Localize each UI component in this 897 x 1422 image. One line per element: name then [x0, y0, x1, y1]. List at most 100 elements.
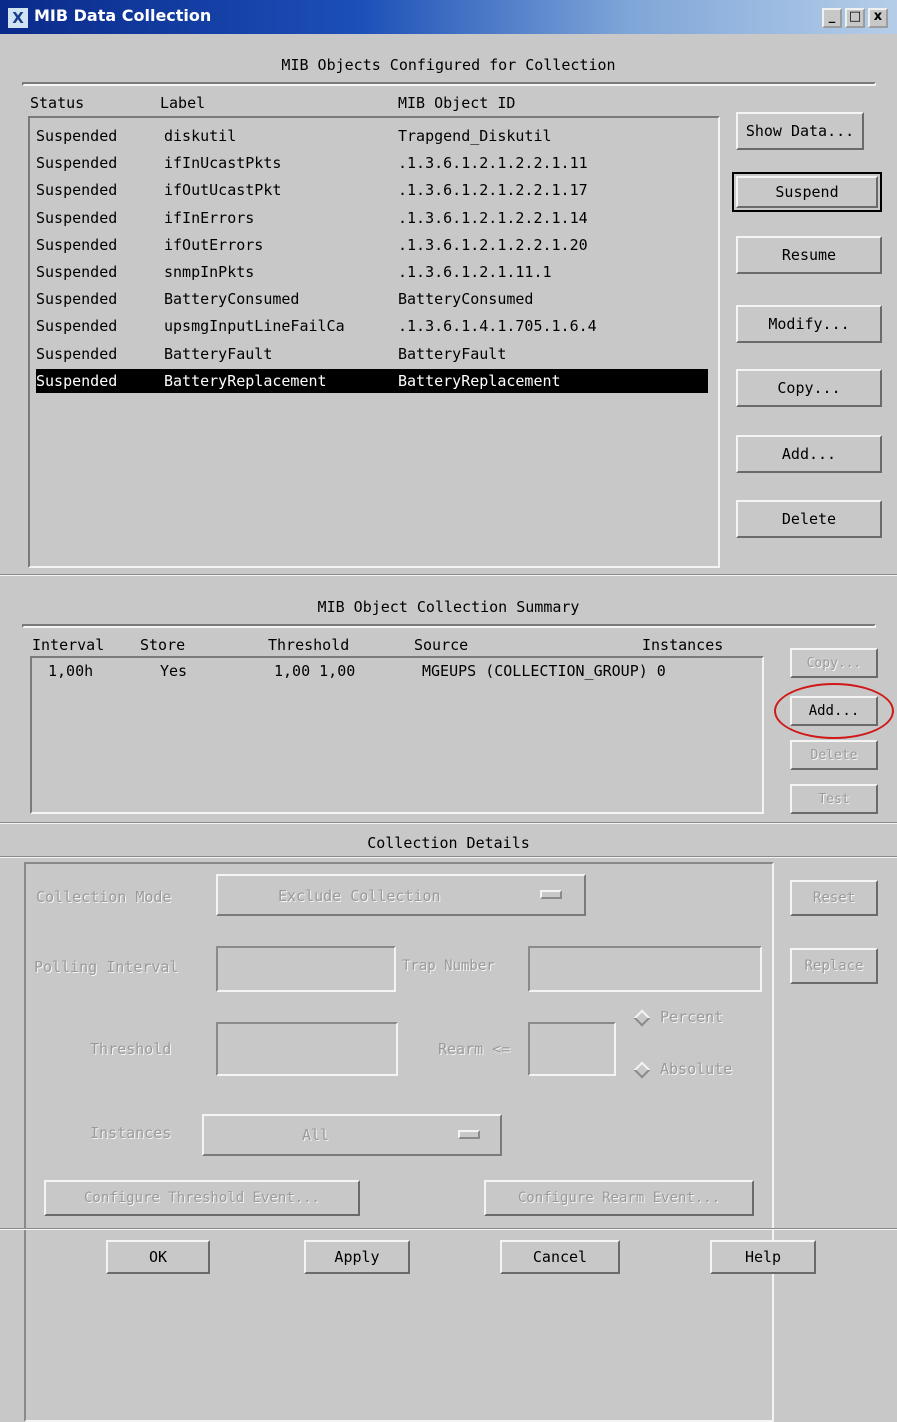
- ok-button[interactable]: OK: [106, 1240, 210, 1274]
- column-header-label: Label: [160, 94, 206, 112]
- close-button[interactable]: x: [868, 8, 888, 28]
- collection-mode-label: Collection Mode: [36, 888, 172, 906]
- list-item[interactable]: Suspended BatteryFault BatteryFault: [36, 342, 708, 366]
- cell-oid: .1.3.6.1.2.1.2.2.1.14: [398, 208, 588, 227]
- column-header-oid: MIB Object ID: [398, 94, 516, 112]
- cell-status: Suspended: [36, 127, 118, 145]
- cell-status: Suspended: [36, 154, 118, 173]
- cell-oid: .1.3.6.1.2.1.2.2.1.11: [398, 154, 588, 173]
- collection-mode-value: Exclude Collection: [278, 887, 441, 905]
- copy-button[interactable]: Copy...: [736, 369, 882, 407]
- help-button[interactable]: Help: [710, 1240, 816, 1274]
- cell-status: Suspended: [36, 235, 118, 254]
- cell-label: BatteryFault: [164, 344, 273, 363]
- divider: [22, 624, 876, 628]
- details-section-title: Collection Details: [367, 834, 530, 852]
- cell-oid: .1.3.6.1.2.1.2.2.1.20: [398, 235, 588, 254]
- list-item[interactable]: Suspended ifInUcastPkts .1.3.6.1.2.1.2.2.1…: [36, 151, 708, 175]
- list-item[interactable]: Suspended diskutil Trapgend_Diskutil: [36, 124, 708, 148]
- minimize-button[interactable]: _: [822, 8, 842, 28]
- cell-label: BatteryReplacement: [164, 371, 327, 390]
- cell-oid: BatteryFault: [398, 344, 507, 363]
- column-header-instances: Instances: [642, 636, 724, 654]
- column-header-threshold: Threshold: [268, 636, 350, 654]
- list-item[interactable]: Suspended ifOutErrors .1.3.6.1.2.1.2.2.1.2…: [36, 233, 708, 257]
- cell-status: Suspended: [36, 263, 118, 281]
- trap-number-field[interactable]: [528, 946, 762, 992]
- cell-label: BatteryConsumed: [164, 290, 300, 309]
- list-item[interactable]: Suspended snmpInPkts .1.3.6.1.2.1.11.1: [36, 260, 708, 284]
- polling-interval-field[interactable]: [216, 946, 396, 992]
- cell-oid: BatteryReplacement: [398, 371, 561, 390]
- divider: [0, 822, 897, 824]
- title-bar[interactable]: X MIB Data Collection _ □ x: [0, 0, 897, 34]
- cell-label: ifOutUcastPkt: [164, 181, 282, 200]
- polling-interval-label: Polling Interval: [34, 958, 179, 976]
- divider: [0, 1228, 897, 1230]
- show-data-button[interactable]: Show Data...: [736, 112, 864, 150]
- cell-oid: BatteryConsumed: [398, 290, 534, 309]
- delete-button[interactable]: Delete: [736, 500, 882, 538]
- divider: [0, 856, 897, 858]
- window-title: MIB Data Collection: [34, 6, 212, 25]
- resume-button[interactable]: Resume: [736, 236, 882, 274]
- reset-button[interactable]: Reset: [790, 880, 878, 916]
- list-item[interactable]: Suspended upsmgInputLineFailCa .1.3.6.1.4.…: [36, 314, 708, 338]
- column-header-source: Source: [414, 636, 469, 654]
- cell-label: snmpInPkts: [164, 263, 255, 281]
- suspend-button[interactable]: Suspend: [736, 176, 878, 208]
- divider: [0, 574, 897, 576]
- cancel-button[interactable]: Cancel: [500, 1240, 620, 1274]
- summary-test-button[interactable]: Test: [790, 784, 878, 814]
- replace-button[interactable]: Replace: [790, 948, 878, 984]
- instances-label: Instances: [90, 1124, 172, 1142]
- percent-label: Percent: [660, 1008, 724, 1026]
- summary-threshold: 1,00 1,00: [274, 662, 356, 680]
- cell-status: Suspended: [36, 344, 118, 363]
- cell-oid: .1.3.6.1.4.1.705.1.6.4: [398, 317, 597, 336]
- threshold-label: Threshold: [90, 1040, 172, 1058]
- cell-label: ifInUcastPkts: [164, 154, 282, 173]
- maximize-button[interactable]: □: [845, 8, 865, 28]
- cell-status: Suspended: [36, 371, 118, 390]
- summary-interval: 1,00h: [48, 662, 94, 680]
- list-item[interactable]: Suspended ifOutUcastPkt .1.3.6.1.2.1.2.2.1…: [36, 178, 708, 202]
- add-button[interactable]: Add...: [736, 435, 882, 473]
- cell-status: Suspended: [36, 290, 118, 309]
- list-item[interactable]: Suspended BatteryReplacement BatteryReplac…: [36, 368, 708, 393]
- instances-value: All: [302, 1126, 330, 1144]
- summary-store: Yes: [160, 662, 188, 680]
- cell-label: upsmgInputLineFailCa: [164, 317, 345, 336]
- divider: [22, 82, 876, 86]
- list-item[interactable]: Suspended ifInErrors .1.3.6.1.2.1.2.2.1.14: [36, 206, 708, 230]
- configure-rearm-event-button[interactable]: Configure Rearm Event...: [484, 1180, 754, 1216]
- cell-oid: .1.3.6.1.2.1.11.1: [398, 263, 552, 281]
- cell-status: Suspended: [36, 208, 118, 227]
- instances-select[interactable]: All: [202, 1114, 502, 1156]
- absolute-label: Absolute: [660, 1060, 733, 1078]
- cell-status: Suspended: [36, 181, 118, 200]
- summary-copy-button[interactable]: Copy...: [790, 648, 878, 678]
- cell-oid: Trapgend_Diskutil: [398, 127, 552, 145]
- x-logo-icon: X: [8, 8, 28, 28]
- column-header-store: Store: [140, 636, 186, 654]
- collection-mode-select[interactable]: Exclude Collection: [216, 874, 586, 916]
- cell-label: diskutil: [164, 127, 237, 145]
- apply-button[interactable]: Apply: [304, 1240, 410, 1274]
- summary-delete-button[interactable]: Delete: [790, 740, 878, 770]
- configured-section-title: MIB Objects Configured for Collection: [281, 56, 616, 74]
- highlight-circle: [774, 683, 894, 739]
- default-button-ring: Suspend: [732, 172, 882, 212]
- list-item[interactable]: Suspended BatteryConsumed BatteryConsumed: [36, 287, 708, 311]
- threshold-field[interactable]: [216, 1022, 398, 1076]
- configure-threshold-event-button[interactable]: Configure Threshold Event...: [44, 1180, 360, 1216]
- summary-source: MGEUPS (COLLECTION_GROUP) 0: [422, 662, 666, 680]
- rearm-field[interactable]: [528, 1022, 616, 1076]
- cell-status: Suspended: [36, 317, 118, 336]
- column-header-status: Status: [30, 94, 85, 112]
- dropdown-indicator-icon: [540, 890, 562, 899]
- modify-button[interactable]: Modify...: [736, 305, 882, 343]
- column-header-interval: Interval: [32, 636, 105, 654]
- cell-label: ifInErrors: [164, 208, 255, 227]
- rearm-label: Rearm <=: [438, 1040, 511, 1058]
